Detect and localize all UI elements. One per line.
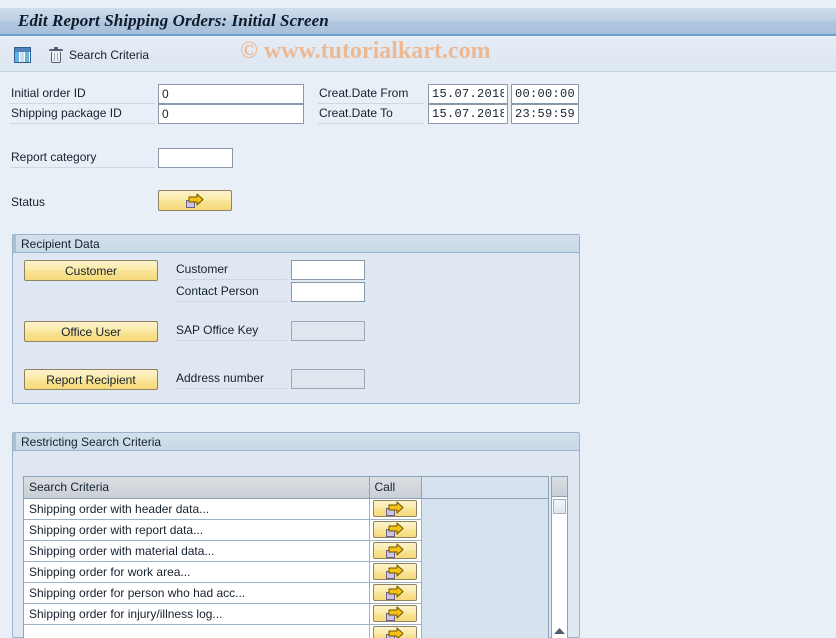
- call-button[interactable]: [373, 605, 417, 622]
- cell-criteria[interactable]: Shipping order for injury/illness log...: [24, 603, 370, 625]
- call-button[interactable]: [373, 500, 417, 517]
- cell-call: [369, 624, 422, 638]
- application-toolbar: Search Criteria: [0, 38, 836, 72]
- cell-filler: [421, 498, 548, 519]
- call-arrow-icon: [386, 522, 404, 537]
- restricting-search-criteria-panel: Restricting Search Criteria Search Crite…: [12, 432, 580, 638]
- cell-call: [369, 540, 422, 562]
- cell-criteria[interactable]: Shipping order for person who had acc...: [24, 582, 370, 604]
- cell-filler: [421, 561, 548, 582]
- table-header-row: Search Criteria Call: [24, 477, 548, 499]
- contact-person-input[interactable]: [291, 282, 365, 302]
- shipping-package-id-input[interactable]: [158, 104, 304, 124]
- delete-search-criteria-label: Search Criteria: [69, 47, 150, 62]
- customer-input[interactable]: [291, 260, 365, 280]
- initial-order-id-input[interactable]: [158, 84, 304, 104]
- creat-date-to-time-input[interactable]: [511, 104, 579, 124]
- cell-call: [369, 603, 422, 625]
- sap-gui-screen: Edit Report Shipping Orders: Initial Scr…: [0, 0, 836, 638]
- scrollbar-corner: [552, 477, 567, 497]
- trash-icon: [49, 46, 63, 63]
- recipient-data-panel: Recipient Data Customer Customer Contact…: [12, 234, 580, 404]
- cell-criteria[interactable]: Shipping order with material data...: [24, 540, 370, 562]
- table-row[interactable]: Shipping order for person who had acc...: [24, 582, 548, 604]
- window-title-bar: Edit Report Shipping Orders: Initial Scr…: [0, 8, 836, 36]
- initial-order-id-label: Initial order ID: [10, 84, 155, 104]
- report-category-label: Report category: [10, 148, 155, 168]
- call-button[interactable]: [373, 542, 417, 559]
- cell-call: [369, 519, 422, 541]
- column-header-call[interactable]: Call: [369, 477, 422, 499]
- search-criteria-table-body: Shipping order with header data... Shipp…: [24, 498, 548, 638]
- table-row[interactable]: Shipping order for work area...: [24, 561, 548, 583]
- column-header-filler: [421, 477, 548, 499]
- cell-filler: [421, 540, 548, 561]
- table-row[interactable]: Shipping order for injury/illness log...: [24, 603, 548, 625]
- cell-criteria[interactable]: Shipping order with header data...: [24, 498, 370, 520]
- call-button[interactable]: [373, 521, 417, 538]
- scrollbar-thumb[interactable]: [553, 499, 566, 514]
- call-button[interactable]: [373, 626, 417, 638]
- cell-filler: [421, 519, 548, 540]
- cell-filler: [421, 582, 548, 603]
- creat-date-from-date-input[interactable]: [428, 84, 508, 104]
- cell-call: [369, 561, 422, 583]
- cell-filler: [421, 624, 548, 638]
- table-row[interactable]: Shipping order with report data...: [24, 519, 548, 541]
- scroll-up-icon: [554, 628, 565, 634]
- customer-field-label: Customer: [175, 260, 287, 280]
- call-arrow-icon: [386, 627, 404, 638]
- table-vertical-scrollbar[interactable]: [551, 476, 568, 638]
- recipient-data-title: Recipient Data: [13, 235, 579, 253]
- call-arrow-icon: [386, 585, 404, 600]
- call-arrow-icon: [386, 543, 404, 558]
- call-button[interactable]: [373, 584, 417, 601]
- creat-date-from-time-input[interactable]: [511, 84, 579, 104]
- shipping-package-id-label: Shipping package ID: [10, 104, 155, 124]
- table-grid-button[interactable]: [10, 43, 35, 67]
- customer-button[interactable]: Customer: [24, 260, 158, 281]
- cell-criteria[interactable]: Shipping order with report data...: [24, 519, 370, 541]
- cell-filler: [421, 603, 548, 624]
- call-arrow-icon: [186, 193, 204, 208]
- status-button[interactable]: [158, 190, 232, 211]
- status-label: Status: [11, 195, 46, 209]
- call-arrow-icon: [386, 501, 404, 516]
- table-grid-icon: [14, 46, 31, 63]
- creat-date-from-label: Creat.Date From: [318, 84, 424, 104]
- sap-office-key-label: SAP Office Key: [175, 321, 287, 341]
- cell-criteria[interactable]: [24, 624, 370, 638]
- page-title: Edit Report Shipping Orders: Initial Scr…: [18, 11, 329, 30]
- report-category-input[interactable]: [158, 148, 233, 168]
- cell-criteria[interactable]: Shipping order for work area...: [24, 561, 370, 583]
- sap-office-key-input: [291, 321, 365, 341]
- cell-call: [369, 582, 422, 604]
- address-number-input: [291, 369, 365, 389]
- search-criteria-table: Search Criteria Call Shipping order with…: [23, 476, 549, 638]
- delete-search-criteria-button[interactable]: Search Criteria: [45, 43, 153, 67]
- contact-person-label: Contact Person: [175, 282, 287, 302]
- office-user-button[interactable]: Office User: [24, 321, 158, 342]
- creat-date-to-date-input[interactable]: [428, 104, 508, 124]
- report-recipient-button[interactable]: Report Recipient: [24, 369, 158, 390]
- call-arrow-icon: [386, 606, 404, 621]
- restricting-search-criteria-title: Restricting Search Criteria: [13, 433, 579, 451]
- call-button[interactable]: [373, 563, 417, 580]
- table-row[interactable]: Shipping order with material data...: [24, 540, 548, 562]
- column-header-search-criteria[interactable]: Search Criteria: [24, 477, 370, 499]
- call-arrow-icon: [386, 564, 404, 579]
- address-number-label: Address number: [175, 369, 287, 389]
- scroll-up-button[interactable]: [552, 623, 567, 635]
- cell-call: [369, 498, 422, 520]
- table-row[interactable]: Shipping order with header data...: [24, 498, 548, 520]
- table-row[interactable]: [24, 624, 548, 638]
- creat-date-to-label: Creat.Date To: [318, 104, 424, 124]
